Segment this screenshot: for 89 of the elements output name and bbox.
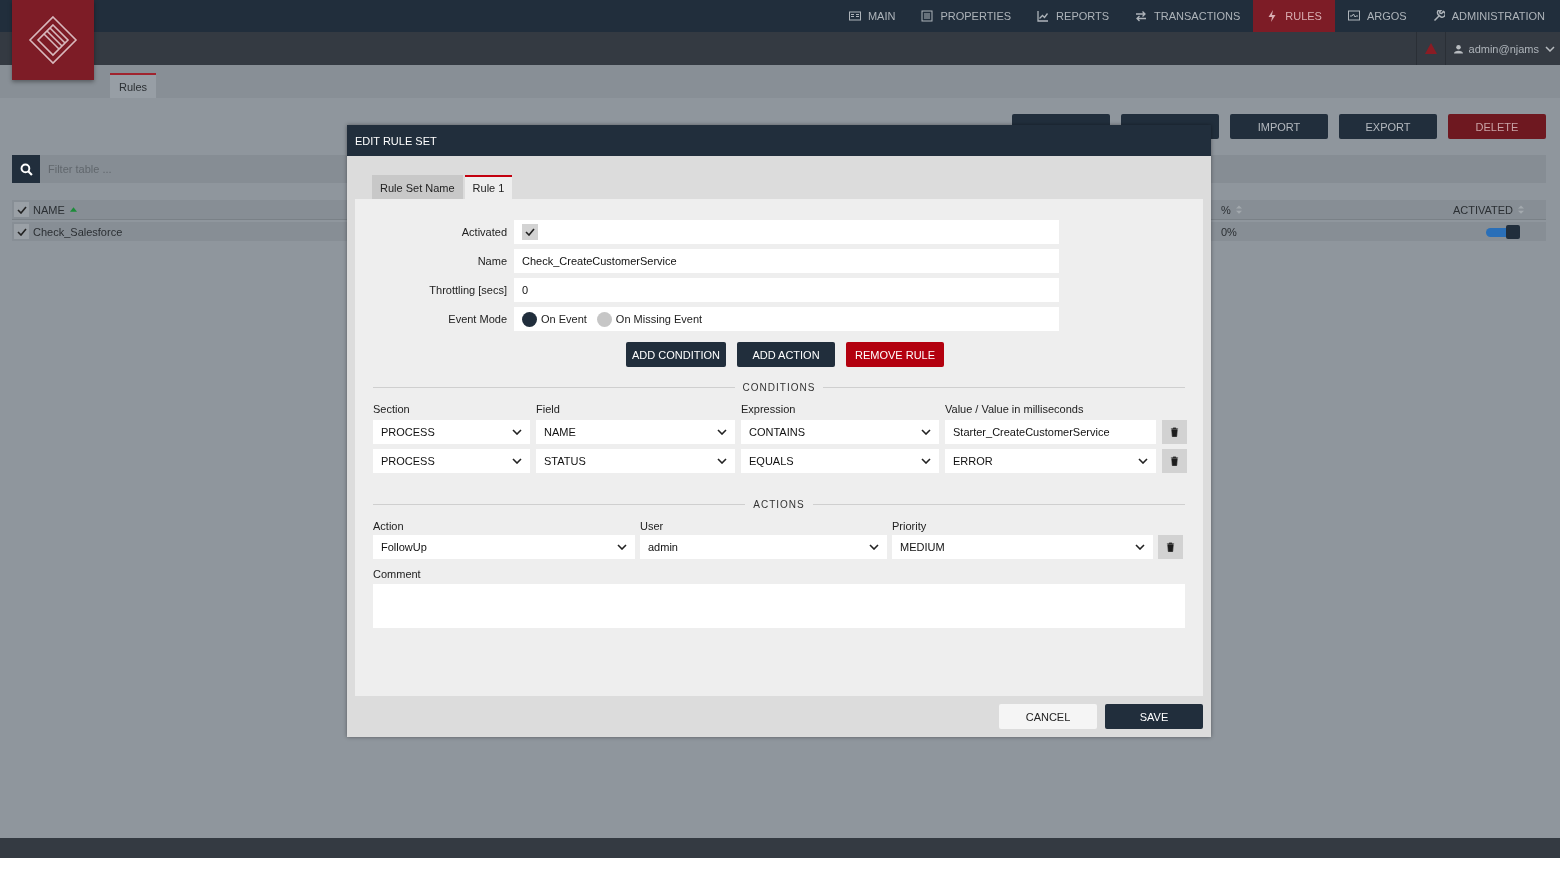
chevron-down-icon: [512, 429, 522, 435]
throttling-field[interactable]: 0: [514, 278, 1059, 302]
user-icon: [1453, 43, 1463, 54]
column-label: Section: [373, 403, 411, 415]
search-button[interactable]: [12, 155, 40, 183]
section-select[interactable]: PROCESS: [373, 449, 530, 473]
column-label: Priority: [892, 520, 928, 532]
value-field[interactable]: Starter_CreateCustomerService: [945, 420, 1156, 444]
chevron-down-icon: [1138, 458, 1148, 464]
line-chart-icon: [1037, 10, 1050, 22]
column-label: User: [640, 520, 665, 532]
table-cell: Check_Salesforce: [33, 225, 123, 238]
field-label: Event Mode: [447, 313, 507, 325]
card-icon: [848, 10, 861, 22]
list-icon: [921, 10, 934, 22]
column-header[interactable]: %: [1221, 203, 1231, 216]
wrench-icon: [1432, 10, 1445, 22]
toolbar-button[interactable]: IMPORT: [1230, 114, 1328, 139]
chevron-down-icon: [921, 429, 931, 435]
user-select[interactable]: admin: [640, 535, 887, 559]
logo[interactable]: [12, 0, 94, 80]
dialog-button[interactable]: SAVE: [1105, 704, 1203, 729]
nav-tab[interactable]: ARGOS: [1334, 0, 1420, 32]
diamond-logo-icon: [28, 15, 78, 65]
action-button[interactable]: ADD CONDITION: [626, 342, 726, 367]
trash-icon: [1170, 456, 1179, 466]
column-label: Value / Value in milliseconds: [945, 403, 1085, 415]
toggle-switch[interactable]: [1486, 224, 1520, 239]
dialog-tab[interactable]: Rule Set Name: [372, 175, 463, 199]
nav-tab[interactable]: ADMINISTRATION: [1419, 0, 1558, 32]
trash-icon: [1166, 542, 1175, 552]
nav-tab[interactable]: TRANSACTIONS: [1122, 0, 1254, 32]
radio-label[interactable]: On Missing Event: [615, 313, 703, 325]
toolbar-button[interactable]: DELETE: [1448, 114, 1546, 139]
name-field[interactable]: Check_CreateCustomerService: [514, 249, 1059, 273]
checkbox[interactable]: [522, 224, 538, 240]
nav-tab[interactable]: RULES: [1253, 0, 1335, 32]
field-label: Activated: [460, 226, 507, 238]
field-label: Comment: [373, 568, 422, 580]
radio-button[interactable]: [596, 311, 612, 327]
delete-button[interactable]: [1162, 449, 1187, 473]
action-button[interactable]: REMOVE RULE: [846, 342, 944, 367]
field-select[interactable]: STATUS: [536, 449, 735, 473]
chevron-down-icon: [617, 544, 627, 550]
expression-select[interactable]: EQUALS: [741, 449, 939, 473]
nav-tab[interactable]: REPORTS: [1024, 0, 1123, 32]
radio-label[interactable]: On Event: [541, 313, 587, 325]
search-icon: [19, 162, 33, 176]
chevron-down-icon: [512, 458, 522, 464]
column-label: Expression: [741, 403, 797, 415]
delete-button[interactable]: [1162, 420, 1187, 444]
dialog-button[interactable]: CANCEL: [999, 704, 1097, 729]
monitor-icon: [1347, 10, 1360, 22]
swap-arrows-icon: [1135, 10, 1148, 22]
table-cell: 0%: [1221, 225, 1237, 238]
field-label: Throttling [secs]: [428, 284, 507, 296]
priority-select[interactable]: MEDIUM: [892, 535, 1153, 559]
trash-icon: [1170, 427, 1179, 437]
chevron-down-icon: [921, 458, 931, 464]
action-button[interactable]: ADD ACTION: [737, 342, 835, 367]
delete-button[interactable]: [1158, 535, 1183, 559]
nav-tab[interactable]: MAIN: [835, 0, 909, 32]
nav-tab[interactable]: PROPERTIES: [908, 0, 1025, 32]
user-menu[interactable]: admin@njams: [1445, 32, 1560, 65]
check-icon: [525, 228, 535, 236]
checkbox[interactable]: [14, 202, 29, 217]
column-header[interactable]: ACTIVATED: [1452, 203, 1513, 216]
chevron-down-icon: [869, 544, 879, 550]
toolbar-button[interactable]: EXPORT: [1339, 114, 1437, 139]
field-label: Name: [476, 255, 507, 267]
section-select[interactable]: PROCESS: [373, 420, 530, 444]
section-title: ACTIONS: [745, 498, 813, 510]
dialog-tab[interactable]: Rule 1: [464, 175, 513, 199]
checkbox[interactable]: [14, 224, 29, 239]
chevron-down-icon: [1545, 45, 1555, 52]
page-tab[interactable]: Rules: [110, 73, 157, 98]
field-select[interactable]: NAME: [536, 420, 735, 444]
column-label: Field: [536, 403, 561, 415]
chevron-down-icon: [1135, 544, 1145, 550]
dialog-title: EDIT RULE SET: [355, 134, 437, 147]
chevron-down-icon: [717, 429, 727, 435]
action-select[interactable]: FollowUp: [373, 535, 635, 559]
column-header[interactable]: NAME: [33, 203, 65, 216]
column-label: Action: [373, 520, 405, 532]
expression-select[interactable]: CONTAINS: [741, 420, 939, 444]
section-title: CONDITIONS: [734, 381, 824, 393]
radio-button[interactable]: [522, 311, 537, 327]
value-select[interactable]: ERROR: [945, 449, 1156, 473]
chevron-down-icon: [717, 458, 727, 464]
